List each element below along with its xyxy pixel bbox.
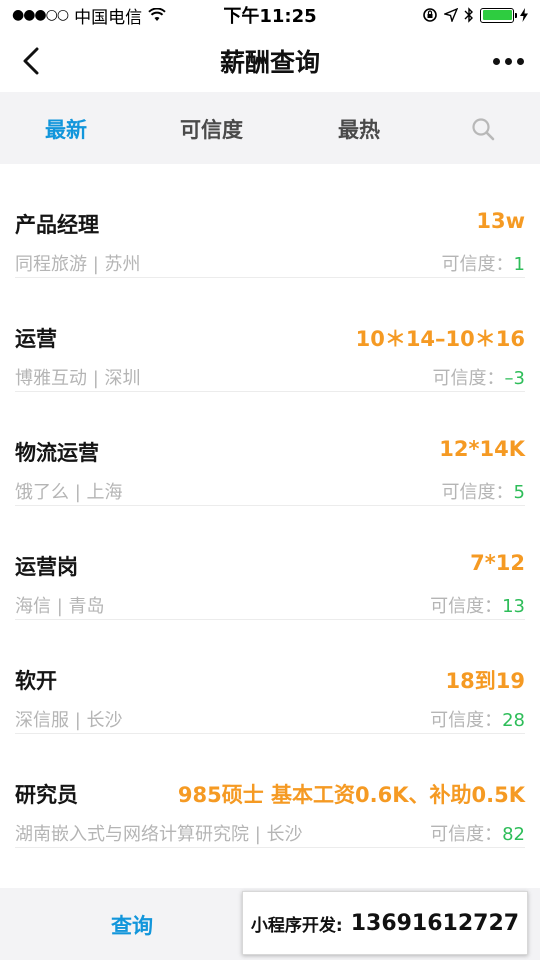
credibility-value: 28	[502, 710, 525, 731]
list-item[interactable]: 物流运营 12*14K 饿了么 | 上海 可信度：5	[0, 392, 540, 506]
credibility-value: –3	[504, 368, 525, 389]
salary-value: 18到19	[445, 669, 525, 693]
credibility: 可信度：5	[442, 478, 525, 504]
salary-value: 985硕士 基本工资0.6K、补助0.5K	[177, 783, 525, 807]
list-item[interactable]: 产品经理 13w 同程旅游 | 苏州 可信度：1	[0, 164, 540, 278]
carrier-name: 中国电信	[74, 7, 143, 28]
query-button[interactable]: 查询	[111, 910, 153, 940]
more-dot-icon	[493, 57, 500, 65]
credibility: 可信度：1	[442, 250, 525, 276]
battery-icon	[480, 7, 517, 23]
job-title: 研究员	[15, 783, 78, 807]
salary-value: 13w	[476, 209, 525, 233]
nav-bar: 薪酬查询	[0, 30, 540, 92]
credibility-value: 82	[502, 824, 525, 845]
credibility: 可信度：–3	[433, 364, 525, 390]
credibility-value: 1	[513, 254, 525, 275]
charging-icon	[520, 8, 528, 22]
wifi-icon	[148, 8, 166, 21]
promo-banner: 小程序开发: 13691612727	[242, 891, 528, 955]
search-icon[interactable]	[470, 116, 496, 142]
salary-value: 7*12	[470, 551, 525, 575]
status-right	[422, 7, 528, 23]
company-location: 深信服 | 长沙	[15, 710, 123, 731]
company-location: 同程旅游 | 苏州	[15, 254, 141, 275]
tab-hottest[interactable]: 最热	[338, 114, 380, 144]
list-item[interactable]: 运营岗 7*12 海信 | 青岛 可信度：13	[0, 506, 540, 620]
company-location: 湖南嵌入式与网络计算研究院 | 长沙	[15, 824, 303, 845]
page-title: 薪酬查询	[219, 48, 320, 77]
promo-label: 小程序开发:	[250, 915, 343, 936]
bluetooth-icon	[464, 7, 473, 23]
divider	[15, 847, 525, 848]
credibility-value: 5	[513, 482, 525, 503]
credibility-label: 可信度：	[441, 482, 514, 503]
salary-value: 12*14K	[439, 437, 525, 461]
location-icon	[444, 8, 458, 22]
credibility: 可信度：13	[430, 592, 525, 618]
more-dot-icon	[517, 57, 524, 65]
job-title: 产品经理	[15, 213, 99, 237]
signal-strength-icon: ●●●○○	[12, 7, 69, 23]
tab-credibility[interactable]: 可信度	[180, 114, 243, 144]
credibility-label: 可信度：	[441, 254, 514, 275]
credibility-label: 可信度：	[430, 824, 503, 845]
status-bar: ●●●○○ 中国电信 下午11:25	[0, 0, 540, 30]
rotation-lock-icon	[423, 8, 437, 22]
battery-level	[482, 10, 512, 20]
chevron-left-icon	[23, 47, 39, 75]
company-location: 博雅互动 | 深圳	[15, 368, 141, 389]
status-left: ●●●○○ 中国电信	[12, 3, 166, 28]
back-button[interactable]	[14, 44, 48, 78]
promo-phone-number: 13691612727	[350, 910, 520, 936]
job-title: 软开	[15, 669, 57, 693]
credibility-label: 可信度：	[432, 368, 505, 389]
salary-value: 10＊14–10＊16	[355, 327, 525, 351]
credibility: 可信度：82	[430, 820, 525, 846]
credibility-value: 13	[502, 596, 525, 617]
job-title: 运营	[15, 327, 57, 351]
tab-bar: 最新 可信度 最热	[0, 92, 540, 164]
credibility-label: 可信度：	[430, 596, 503, 617]
list-item[interactable]: 软开 18到19 深信服 | 长沙 可信度：28	[0, 620, 540, 734]
credibility: 可信度：28	[430, 706, 525, 732]
list-item[interactable]: 运营 10＊14–10＊16 博雅互动 | 深圳 可信度：–3	[0, 278, 540, 392]
company-location: 饿了么 | 上海	[15, 482, 123, 503]
job-title: 运营岗	[15, 555, 78, 579]
company-location: 海信 | 青岛	[15, 596, 105, 617]
list-item[interactable]: 研究员 985硕士 基本工资0.6K、补助0.5K 湖南嵌入式与网络计算研究院 …	[0, 734, 540, 848]
job-title: 物流运营	[15, 441, 99, 465]
tab-latest[interactable]: 最新	[45, 114, 87, 144]
more-dot-icon	[505, 57, 512, 65]
more-button[interactable]	[493, 46, 524, 76]
credibility-label: 可信度：	[430, 710, 503, 731]
